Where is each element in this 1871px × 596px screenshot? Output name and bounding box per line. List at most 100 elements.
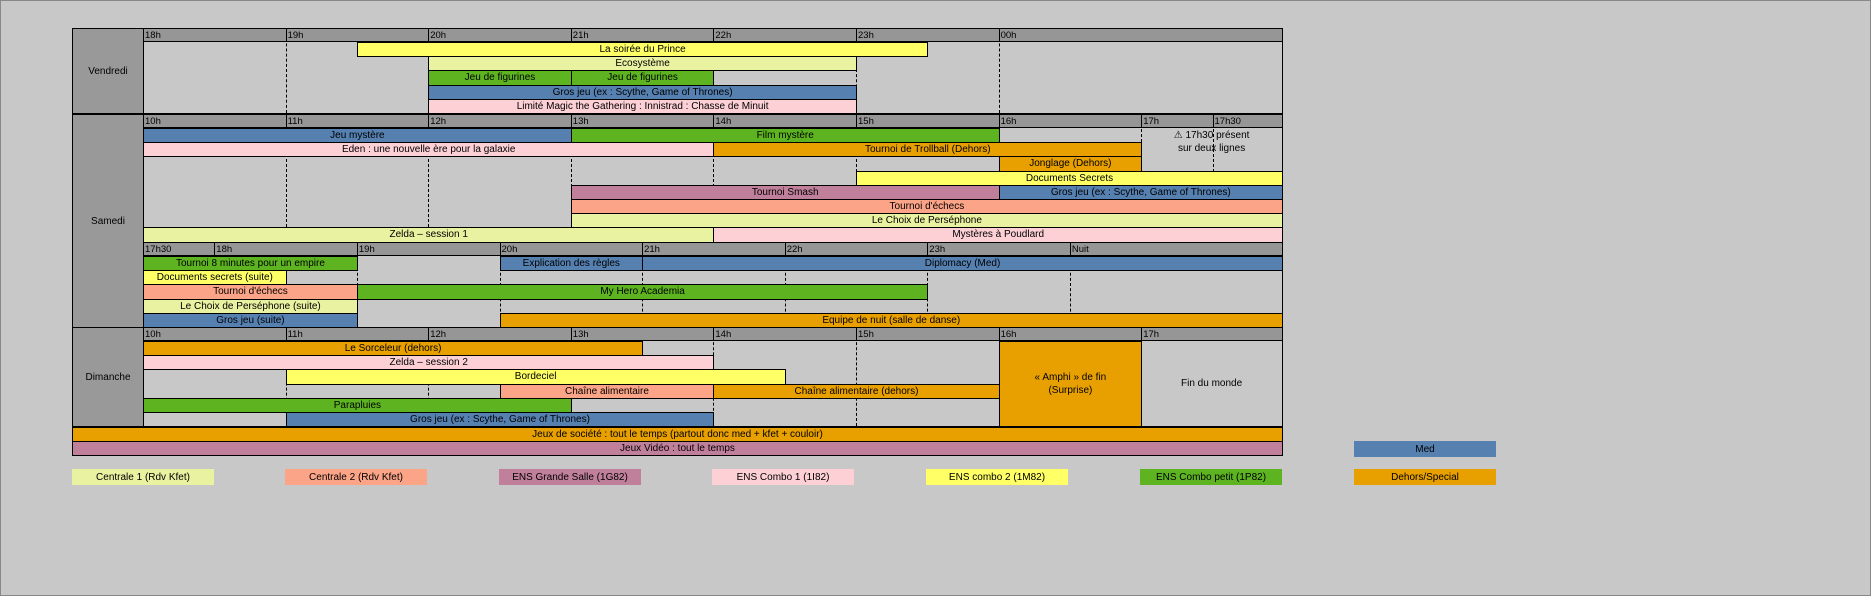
event-block[interactable]: Le Choix de Perséphone	[570, 213, 1283, 229]
time-tick-label: 14h	[715, 116, 732, 127]
note-wrap: ⚠ 17h30 présent sur deux lignes	[1174, 129, 1250, 155]
event-block[interactable]: Gros jeu (suite)	[143, 312, 358, 328]
day-label: Samedi	[72, 114, 144, 328]
all-time-event[interactable]: Jeux de société : tout le temps (partout…	[72, 427, 1283, 443]
header-divider	[713, 114, 715, 128]
time-tick-label: 14h	[715, 329, 732, 340]
time-tick-label: 23h	[858, 30, 874, 41]
event-block[interactable]: Jonglage (Dehors)	[998, 156, 1143, 172]
legend-item: Centrale 1 (Rdv Kfet)	[72, 469, 214, 485]
time-tick-label: 11h	[287, 116, 303, 127]
time-tick-label: Nuit	[1071, 244, 1089, 255]
legend-item: ENS combo 2 (1M82)	[926, 469, 1068, 485]
event-block[interactable]: Le Sorceleur (dehors)	[143, 341, 644, 357]
time-tick-label: 00h	[1000, 30, 1017, 41]
event-block[interactable]: Mystères à Poudlard	[713, 227, 1283, 243]
time-tick-label: 17h	[1143, 329, 1160, 340]
time-tick-label: 18h	[145, 30, 161, 41]
note-wrap: Fin du monde	[1181, 377, 1242, 390]
time-tick-label: 20h	[430, 30, 447, 41]
event-block[interactable]: My Hero Academia	[356, 284, 929, 300]
note-line: Fin du monde	[1181, 378, 1243, 390]
event-block[interactable]: Limité Magic the Gathering : Innistrad :…	[428, 98, 857, 114]
legend-item: ENS Combo 1 (1I82)	[712, 469, 854, 485]
header-divider	[856, 28, 857, 42]
note-text: ⚠ 17h30 présent sur deux lignes	[1141, 128, 1282, 156]
event-block[interactable]: Tournoi Smash	[570, 184, 1000, 200]
legend-item: Dehors/Special	[1354, 469, 1496, 485]
time-tick-label: 19h	[287, 30, 304, 41]
time-tick-label: 11h	[287, 329, 303, 340]
time-tick-label: 16h	[1000, 116, 1017, 127]
legend-item: ENS Combo petit (1P82)	[1140, 469, 1282, 485]
event-block[interactable]: Tournoi 8 minutes pour un empire	[143, 256, 358, 272]
time-tick-label: 17h30	[145, 244, 172, 255]
event-block[interactable]: « Amphi » de fin (Surprise)	[998, 341, 1143, 428]
event-block[interactable]: Jeu mystère	[143, 128, 572, 144]
time-tick-label: 15h	[858, 116, 874, 127]
time-tick-label: 22h	[715, 30, 732, 41]
time-tick-label: 10h	[145, 116, 161, 127]
schedule-grid: 18h 19h 20h 21h 22h 23h 00h La soirée du Prince…	[0, 0, 1871, 596]
event-block[interactable]: Le Choix de Perséphone (suite)	[143, 298, 358, 314]
time-tick-label: 12h	[430, 116, 447, 127]
header-divider	[998, 114, 1000, 128]
header-divider	[1069, 242, 1071, 256]
time-tick-label: 19h	[358, 244, 375, 255]
header-divider	[856, 327, 857, 341]
note-line: ⚠ 17h30 présent	[1173, 130, 1250, 142]
event-block[interactable]: Chaîne alimentaire (dehors)	[713, 383, 1000, 399]
time-tick-label: 17h30	[1214, 116, 1241, 127]
note-text: Fin du monde	[1141, 341, 1282, 426]
event-block[interactable]: Parapluies	[143, 397, 572, 413]
event-block[interactable]: Zelda – session 2	[143, 355, 715, 371]
all-time-event[interactable]: Jeux Vidéo : tout le temps	[72, 441, 1283, 457]
time-header: 17h30 18h 19h 20h 21h 22h 23h Nuit	[143, 242, 1282, 256]
event-block[interactable]: Tournoi d'échecs	[570, 199, 1283, 215]
header-divider	[1141, 114, 1143, 128]
event-block[interactable]: Gros jeu (ex : Scythe, Game of Thrones)	[998, 184, 1283, 200]
event-block[interactable]: Jeu de figurines	[428, 70, 572, 86]
time-tick-label: 10h	[145, 329, 161, 340]
event-block[interactable]: Film mystère	[570, 128, 1000, 144]
event-block[interactable]: Documents secrets (suite)	[143, 270, 287, 286]
event-block[interactable]: Eden : une nouvelle ère pour la galaxie	[143, 142, 715, 158]
header-divider	[428, 114, 430, 128]
time-tick-label: 18h	[216, 244, 233, 255]
event-block[interactable]: Gros jeu (ex : Scythe, Game of Thrones)	[285, 412, 715, 428]
event-block[interactable]: Ecosystème	[428, 56, 857, 72]
event-block[interactable]: Documents Secrets	[856, 170, 1283, 186]
legend-item: Med	[1354, 441, 1496, 457]
header-divider	[428, 327, 430, 341]
hour-gridline	[856, 327, 857, 427]
day-label: Vendredi	[72, 28, 144, 114]
event-block[interactable]: Zelda – session 1	[143, 227, 715, 243]
event-block[interactable]: Bordeciel	[285, 369, 786, 385]
event-block[interactable]: Jeu de figurines	[570, 70, 715, 86]
header-divider	[784, 242, 786, 256]
header-divider	[998, 327, 1000, 341]
time-tick-label: 15h	[858, 329, 874, 340]
header-divider	[570, 327, 572, 341]
header-divider	[1212, 114, 1214, 128]
event-block[interactable]: Tournoi d'échecs	[143, 284, 358, 300]
header-divider	[927, 242, 929, 256]
header-divider	[285, 114, 287, 128]
legend-item: ENS Grande Salle (1G82)	[499, 469, 641, 485]
event-block[interactable]: Tournoi de Trollball (Dehors)	[713, 142, 1143, 158]
event-block[interactable]: La soirée du Prince	[356, 42, 929, 58]
header-divider	[499, 242, 501, 256]
event-block[interactable]: Equipe de nuit (salle de danse)	[499, 312, 1283, 328]
header-divider	[642, 242, 644, 256]
time-tick-label: 12h	[430, 329, 447, 340]
event-block[interactable]: Diplomacy (Med)	[642, 256, 1283, 272]
header-divider	[713, 28, 715, 42]
header-divider	[570, 28, 572, 42]
header-divider	[214, 242, 216, 256]
event-block[interactable]: Explication des règles	[499, 256, 644, 272]
header-divider	[1141, 327, 1143, 341]
time-tick-label: 13h	[572, 329, 589, 340]
event-block[interactable]: Chaîne alimentaire	[499, 383, 715, 399]
legend-item: Centrale 2 (Rdv Kfet)	[285, 469, 427, 485]
event-block[interactable]: Gros jeu (ex : Scythe, Game of Thrones)	[428, 84, 857, 100]
